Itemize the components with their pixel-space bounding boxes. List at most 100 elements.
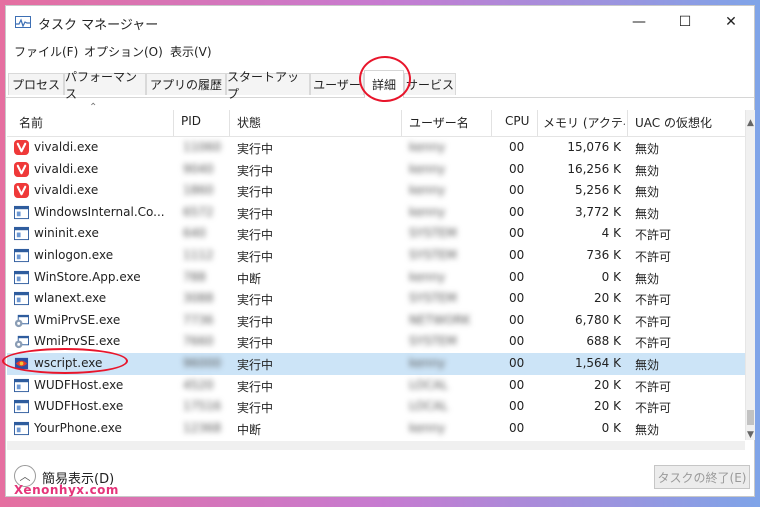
process-pid: 3088 (183, 291, 214, 306)
process-pid: 640 (183, 226, 206, 241)
watermark: Xenonhyx.com (14, 483, 119, 497)
window-app-icon (14, 378, 29, 393)
sort-ascending-icon[interactable]: ⌃ (89, 102, 97, 113)
minimize-button[interactable]: — (616, 6, 662, 38)
process-memory: 15,076 K (567, 140, 621, 154)
process-name: wininit.exe (34, 226, 99, 241)
process-cpu: 00 (509, 399, 525, 414)
process-memory: 20 K (594, 399, 621, 414)
process-status: 中断 (237, 422, 262, 437)
column-divider[interactable] (627, 110, 628, 136)
table-row[interactable]: winlogon.exe 1112 実行中 SYSTEM 00 736 K 不許可 (7, 245, 745, 267)
close-icon: ✕ (725, 14, 737, 30)
process-pid: 7660 (183, 334, 214, 349)
menu-view[interactable]: 表示(V) (170, 43, 212, 60)
process-pid: 96000 (183, 356, 222, 370)
process-cpu: 00 (509, 161, 525, 176)
table-row[interactable]: YourPhone.exe 12368 中断 kenny 00 0 K 無効 (7, 418, 745, 440)
details-tab-annotation-circle (359, 56, 411, 102)
window-app-icon (14, 291, 29, 306)
table-row[interactable]: wininit.exe 640 実行中 SYSTEM 00 4 K 不許可 (7, 223, 745, 245)
process-uac: 無効 (635, 206, 660, 221)
process-pid: 6572 (183, 204, 214, 219)
scroll-up-icon[interactable]: ▲ (746, 118, 755, 128)
process-pid: 1112 (183, 248, 214, 262)
process-user: kenny (409, 161, 446, 176)
close-button[interactable]: ✕ (708, 6, 754, 38)
process-uac: 無効 (635, 142, 660, 156)
process-status: 実行中 (237, 336, 274, 351)
column-cpu[interactable]: CPU (505, 114, 529, 128)
table-row[interactable]: WUDFHost.exe 4520 実行中 LOCAL 00 20 K 不許可 (7, 375, 745, 397)
wscript-annotation-circle (2, 348, 128, 374)
tab-processes[interactable]: プロセス (8, 73, 64, 95)
process-status: 中断 (237, 271, 262, 286)
process-pid: 7736 (183, 312, 214, 327)
process-name: YourPhone.exe (34, 420, 122, 435)
menu-file[interactable]: ファイル(F) (14, 43, 78, 60)
window-app-icon (14, 421, 29, 436)
column-divider[interactable] (491, 110, 492, 136)
table-row[interactable]: WinStore.App.exe 788 中断 kenny 00 0 K 無効 (7, 267, 745, 289)
table-row[interactable]: vivaldi.exe 9040 実行中 kenny 00 16,256 K 無効 (7, 159, 745, 181)
process-status: 実行中 (237, 163, 274, 178)
horizontal-scrollbar[interactable] (7, 441, 745, 450)
tab-startup[interactable]: スタートアップ (226, 70, 310, 101)
process-memory: 688 K (586, 334, 621, 349)
column-username[interactable]: ユーザー名 (409, 114, 469, 131)
process-memory: 0 K (601, 269, 621, 284)
column-divider[interactable] (537, 110, 538, 136)
tab-users[interactable]: ユーザー (310, 73, 364, 95)
process-pid: 11060 (183, 140, 222, 154)
process-name: winlogon.exe (34, 248, 114, 262)
column-divider[interactable] (401, 110, 402, 136)
table-row[interactable]: wlanext.exe 3088 実行中 SYSTEM 00 20 K 不許可 (7, 288, 745, 310)
process-name: WmiPrvSE.exe (34, 312, 121, 327)
column-pid[interactable]: PID (181, 114, 201, 128)
process-memory: 6,780 K (574, 312, 621, 327)
column-status[interactable]: 状態 (237, 114, 261, 131)
table-row[interactable]: WUDFHost.exe 17516 実行中 LOCAL 00 20 K 不許可 (7, 396, 745, 418)
title-bar[interactable]: タスク マネージャー — ☐ ✕ (6, 6, 754, 38)
tab-performance[interactable]: パフォーマンス (64, 70, 146, 101)
process-memory: 16,256 K (567, 161, 621, 176)
process-name: wlanext.exe (34, 291, 107, 306)
task-manager-window: タスク マネージャー — ☐ ✕ ファイル(F) オプション(O) 表示(V) … (2, 5, 755, 497)
process-status: 実行中 (237, 142, 274, 156)
column-divider[interactable] (173, 110, 174, 136)
process-status: 実行中 (237, 185, 274, 200)
menu-options[interactable]: オプション(O) (84, 43, 163, 60)
table-row[interactable]: vivaldi.exe 1860 実行中 kenny 00 5,256 K 無効 (7, 180, 745, 202)
column-divider[interactable] (229, 110, 230, 136)
maximize-button[interactable]: ☐ (662, 6, 708, 38)
process-uac: 無効 (635, 422, 660, 437)
table-row[interactable]: WmiPrvSE.exe 7660 実行中 SYSTEM 00 688 K 不許可 (7, 331, 745, 353)
table-row[interactable]: vivaldi.exe 11060 実行中 kenny 00 15,076 K 無効 (7, 137, 745, 159)
process-memory: 5,256 K (574, 183, 621, 198)
process-pid: 788 (183, 269, 206, 284)
tab-services[interactable]: サービス (404, 73, 456, 95)
process-status: 実行中 (237, 250, 274, 264)
process-status: 実行中 (237, 401, 274, 416)
window-app-icon (14, 226, 29, 241)
process-uac: 不許可 (635, 250, 672, 264)
scroll-down-icon[interactable]: ▼ (746, 430, 755, 440)
vertical-scrollbar[interactable]: ▲ ▼ (745, 110, 755, 440)
column-header: ⌃ 名前 PID 状態 ユーザー名 CPU メモリ (アクティ... UAC の… (7, 102, 745, 137)
window-app-icon (14, 205, 29, 220)
tab-app-history[interactable]: アプリの履歴 (146, 73, 226, 95)
column-name[interactable]: 名前 (19, 114, 43, 131)
process-user: kenny (409, 269, 446, 284)
end-task-button[interactable]: タスクの終了(E) (654, 465, 750, 489)
column-uac[interactable]: UAC の仮想化 (635, 114, 712, 131)
process-memory: 20 K (594, 377, 621, 392)
vivaldi-icon (14, 140, 29, 155)
process-memory: 0 K (601, 420, 621, 435)
table-row[interactable]: WmiPrvSE.exe 7736 実行中 NETWORK 00 6,780 K 不許可 (7, 310, 745, 332)
table-row[interactable]: WindowsInternal.Co... 6572 実行中 kenny 00 3,772… (7, 202, 745, 224)
task-manager-icon (15, 16, 31, 28)
scrollbar-thumb[interactable] (747, 410, 754, 425)
column-memory[interactable]: メモリ (アクティ... (543, 114, 625, 131)
vivaldi-icon (14, 183, 29, 199)
process-uac: 不許可 (635, 314, 672, 329)
